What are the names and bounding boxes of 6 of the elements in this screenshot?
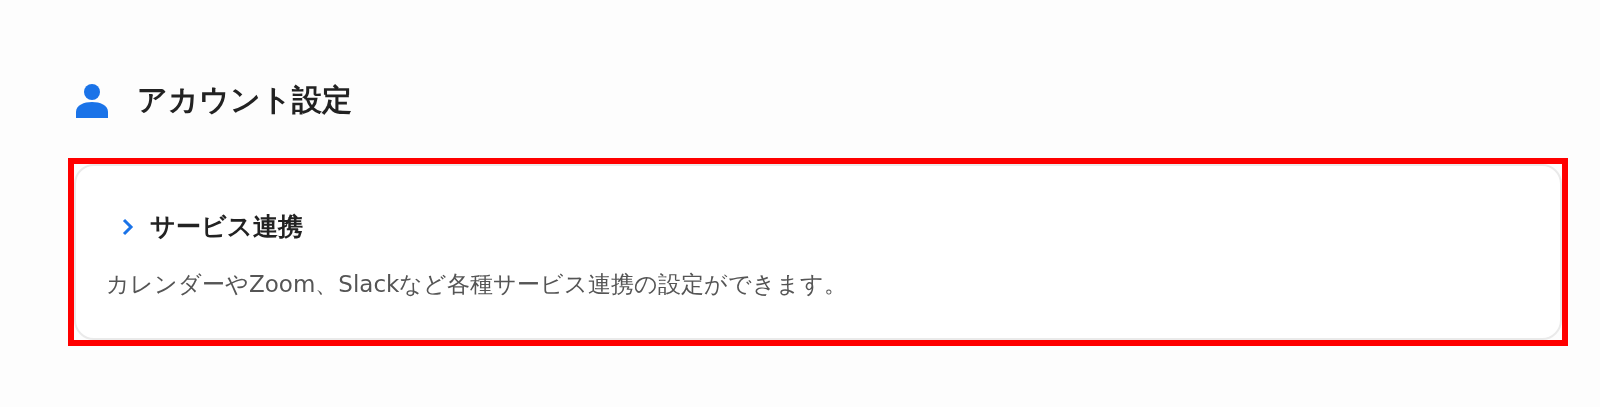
settings-card[interactable]: サービス連携 カレンダーやZoom、Slackなど各種サービス連携の設定ができます。 <box>74 164 1562 340</box>
card-description: カレンダーやZoom、Slackなど各種サービス連携の設定ができます。 <box>106 270 849 299</box>
card-title: サービス連携 <box>150 211 303 243</box>
section-heading: アカウント設定 <box>137 80 352 119</box>
chevron-right-icon <box>122 217 134 236</box>
user-icon <box>74 82 110 118</box>
